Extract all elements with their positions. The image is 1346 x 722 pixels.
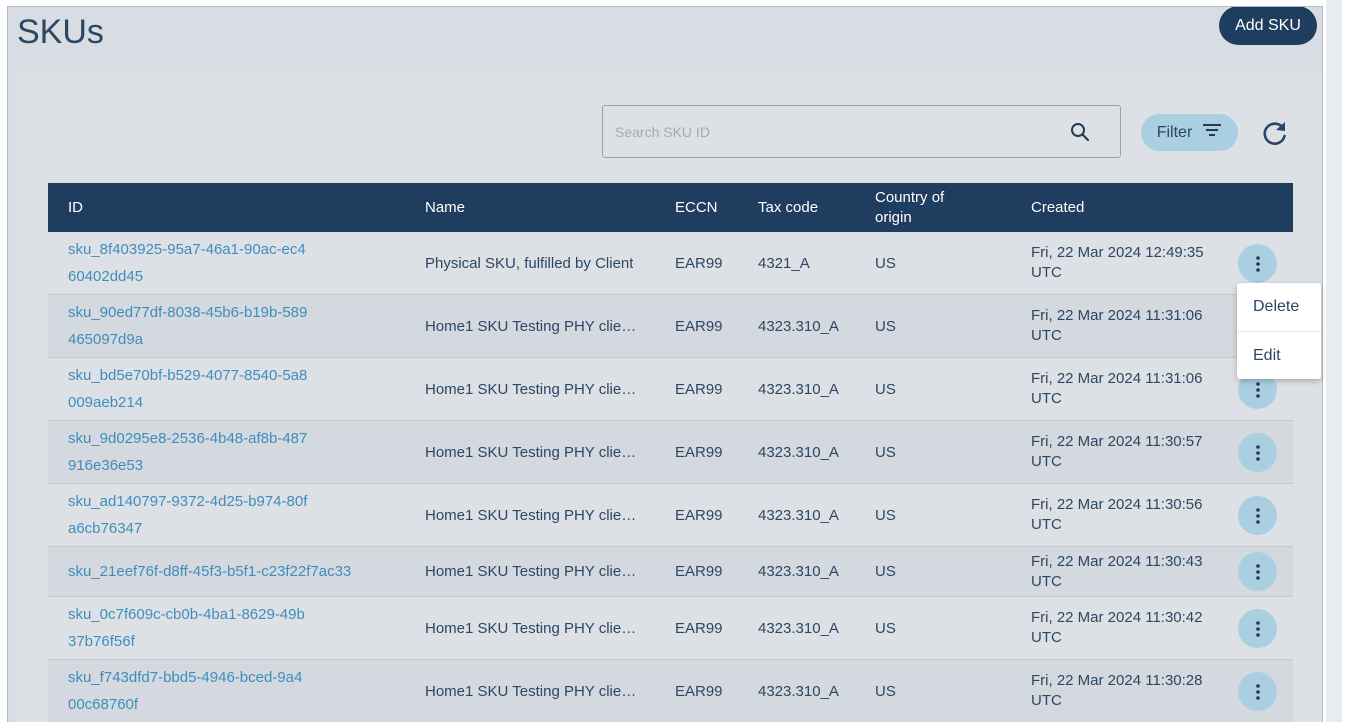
sku-tax-code: 4323.310_A bbox=[758, 380, 839, 398]
sku-table: ID Name ECCN Tax code Country of origin … bbox=[48, 183, 1293, 722]
sku-eccn: EAR99 bbox=[675, 619, 723, 637]
sku-created: Fri, 22 Mar 2024 11:30:42 UTC bbox=[1031, 609, 1203, 646]
sku-name: Home1 SKU Testing PHY client... bbox=[425, 619, 640, 637]
search-input[interactable] bbox=[615, 106, 1055, 157]
table-row: sku_bd5e70bf-b529-4077-8540-5a8009aeb214… bbox=[48, 358, 1293, 421]
page-title: SKUs bbox=[17, 13, 104, 51]
add-sku-button[interactable]: Add SKU bbox=[1219, 7, 1317, 45]
column-header-eccn: ECCN bbox=[675, 198, 718, 216]
search-box bbox=[602, 105, 1121, 158]
column-header-id: ID bbox=[68, 198, 83, 216]
row-actions-button[interactable] bbox=[1238, 244, 1277, 283]
more-vertical-icon bbox=[1255, 620, 1260, 637]
scrollbar-track[interactable] bbox=[1323, 0, 1346, 722]
sku-id-link[interactable]: sku_f743dfd7-bbd5-4946-bced-9a400c68760f bbox=[68, 660, 308, 722]
filter-button[interactable]: Filter bbox=[1141, 114, 1238, 151]
row-actions-button[interactable] bbox=[1238, 552, 1277, 591]
row-actions-button[interactable] bbox=[1238, 672, 1277, 711]
table-header: ID Name ECCN Tax code Country of origin … bbox=[48, 183, 1293, 232]
sku-country: US bbox=[875, 443, 896, 461]
row-actions-button[interactable] bbox=[1238, 433, 1277, 472]
sku-created: Fri, 22 Mar 2024 12:49:35 UTC bbox=[1031, 244, 1204, 281]
table-row: sku_ad140797-9372-4d25-b974-80fa6cb76347… bbox=[48, 484, 1293, 547]
sku-id-link[interactable]: sku_21eef76f-d8ff-45f3-b5f1-c23f22f7ac33 bbox=[68, 547, 428, 596]
menu-item-delete[interactable]: Delete bbox=[1237, 283, 1321, 331]
sku-name: Physical SKU, fulfilled by Client bbox=[425, 254, 634, 272]
sku-tax-code: 4323.310_A bbox=[758, 443, 839, 461]
table-row: sku_8f403925-95a7-46a1-90ac-ec460402dd45… bbox=[48, 232, 1293, 295]
sku-id-link[interactable]: sku_8f403925-95a7-46a1-90ac-ec460402dd45 bbox=[68, 232, 308, 294]
table-row: sku_90ed77df-8038-45b6-b19b-589465097d9a… bbox=[48, 295, 1293, 358]
filter-label: Filter bbox=[1156, 123, 1193, 141]
sku-eccn: EAR99 bbox=[675, 254, 723, 272]
sku-eccn: EAR99 bbox=[675, 443, 723, 461]
sku-id-link[interactable]: sku_bd5e70bf-b529-4077-8540-5a8009aeb214 bbox=[68, 358, 308, 420]
sku-eccn: EAR99 bbox=[675, 506, 723, 524]
column-header-created: Created bbox=[1031, 198, 1085, 216]
column-header-name: Name bbox=[425, 198, 466, 216]
search-icon[interactable] bbox=[1069, 121, 1091, 143]
sku-name: Home1 SKU Testing PHY client... bbox=[425, 380, 640, 398]
more-vertical-icon bbox=[1255, 381, 1260, 398]
table-row: sku_21eef76f-d8ff-45f3-b5f1-c23f22f7ac33… bbox=[48, 547, 1293, 597]
sku-name: Home1 SKU Testing PHY client... bbox=[425, 317, 640, 335]
sku-tax-code: 4323.310_A bbox=[758, 317, 839, 335]
more-vertical-icon bbox=[1255, 563, 1260, 580]
sku-created: Fri, 22 Mar 2024 11:31:06 UTC bbox=[1031, 370, 1203, 407]
sku-country: US bbox=[875, 682, 896, 700]
more-vertical-icon bbox=[1255, 683, 1260, 700]
row-actions-menu: Delete Edit bbox=[1237, 283, 1321, 379]
sku-created: Fri, 22 Mar 2024 11:30:57 UTC bbox=[1031, 433, 1203, 470]
more-vertical-icon bbox=[1255, 507, 1260, 524]
sku-tax-code: 4323.310_A bbox=[758, 619, 839, 637]
page-frame: SKUs Add SKU Filter ID Name ECCN Tax cod… bbox=[7, 6, 1323, 722]
sku-name: Home1 SKU Testing PHY client... bbox=[425, 563, 640, 580]
sku-tax-code: 4323.310_A bbox=[758, 682, 839, 700]
sku-name: Home1 SKU Testing PHY client... bbox=[425, 506, 640, 524]
sku-tax-code: 4321_A bbox=[758, 254, 810, 272]
sku-id-link[interactable]: sku_ad140797-9372-4d25-b974-80fa6cb76347 bbox=[68, 484, 308, 546]
sku-tax-code: 4323.310_A bbox=[758, 563, 839, 580]
sku-eccn: EAR99 bbox=[675, 563, 723, 580]
sku-created: Fri, 22 Mar 2024 11:30:43 UTC bbox=[1031, 552, 1203, 590]
sku-tax-code: 4323.310_A bbox=[758, 506, 839, 524]
menu-item-edit[interactable]: Edit bbox=[1237, 331, 1321, 379]
sku-country: US bbox=[875, 254, 896, 272]
scrollbar-thumb[interactable] bbox=[1326, 0, 1342, 722]
sku-eccn: EAR99 bbox=[675, 380, 723, 398]
more-vertical-icon bbox=[1255, 255, 1260, 272]
sku-created: Fri, 22 Mar 2024 11:30:56 UTC bbox=[1031, 496, 1203, 533]
sku-country: US bbox=[875, 619, 896, 637]
sku-country: US bbox=[875, 317, 896, 335]
sku-country: US bbox=[875, 563, 896, 580]
table-row: sku_0c7f609c-cb0b-4ba1-8629-49b37b76f56f… bbox=[48, 597, 1293, 660]
table-row: sku_f743dfd7-bbd5-4946-bced-9a400c68760f… bbox=[48, 660, 1293, 722]
filter-lines-icon bbox=[1202, 123, 1222, 142]
sku-created: Fri, 22 Mar 2024 11:31:06 UTC bbox=[1031, 307, 1203, 344]
sku-country: US bbox=[875, 380, 896, 398]
column-header-tax-code: Tax code bbox=[758, 198, 819, 216]
row-actions-button[interactable] bbox=[1238, 496, 1277, 535]
sku-id-link[interactable]: sku_0c7f609c-cb0b-4ba1-8629-49b37b76f56f bbox=[68, 597, 308, 659]
more-vertical-icon bbox=[1255, 444, 1260, 461]
sku-id-link[interactable]: sku_9d0295e8-2536-4b48-af8b-487916e36e53 bbox=[68, 421, 308, 483]
sku-name: Home1 SKU Testing PHY client... bbox=[425, 682, 640, 700]
refresh-icon[interactable] bbox=[1260, 119, 1290, 149]
column-header-country: Country of origin bbox=[875, 188, 945, 226]
sku-eccn: EAR99 bbox=[675, 317, 723, 335]
content-panel: Filter ID Name ECCN Tax code Country of … bbox=[16, 73, 1322, 722]
row-actions-button[interactable] bbox=[1238, 609, 1277, 648]
table-row: sku_9d0295e8-2536-4b48-af8b-487916e36e53… bbox=[48, 421, 1293, 484]
sku-country: US bbox=[875, 506, 896, 524]
sku-eccn: EAR99 bbox=[675, 682, 723, 700]
sku-created: Fri, 22 Mar 2024 11:30:28 UTC bbox=[1031, 672, 1203, 709]
sku-name: Home1 SKU Testing PHY client... bbox=[425, 443, 640, 461]
sku-id-link[interactable]: sku_90ed77df-8038-45b6-b19b-589465097d9a bbox=[68, 295, 308, 357]
